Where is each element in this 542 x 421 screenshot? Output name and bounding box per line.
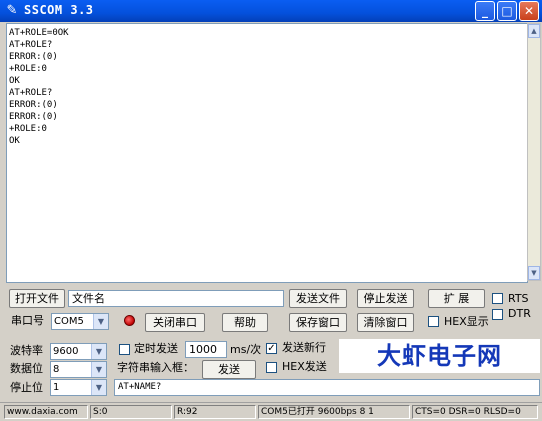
- baud-value: 9600: [53, 346, 79, 357]
- port-label: 串口号: [11, 314, 44, 327]
- title-bar: ✎ SSCOM 3.3 _ □ ✕: [0, 0, 542, 22]
- close-button[interactable]: ✕: [519, 1, 539, 21]
- port-select[interactable]: COM5 ▼: [51, 313, 109, 330]
- hex-display-checkbox[interactable]: [428, 316, 439, 327]
- clear-window-button[interactable]: 清除窗口: [357, 313, 414, 332]
- maximize-button[interactable]: □: [497, 1, 517, 21]
- save-window-button[interactable]: 保存窗口: [289, 313, 347, 332]
- port-value: COM5: [54, 316, 84, 327]
- timed-send-label: 定时发送: [134, 342, 178, 355]
- stopbits-value: 1: [53, 382, 60, 393]
- hex-display-label: HEX显示: [444, 315, 489, 328]
- receive-output[interactable]: AT+ROLE=0OK AT+ROLE? ERROR:(0) +ROLE:0 O…: [6, 23, 528, 283]
- chevron-down-icon: ▼: [91, 380, 106, 395]
- dtr-label: DTR: [508, 307, 531, 320]
- baud-label: 波特率: [10, 344, 43, 357]
- status-line-signals: CTS=0 DSR=0 RLSD=0: [412, 405, 538, 419]
- minimize-button[interactable]: _: [475, 1, 495, 21]
- interval-unit: ms/次: [230, 343, 262, 356]
- string-input-label: 字符串输入框：: [117, 361, 194, 374]
- rts-checkbox[interactable]: [492, 293, 503, 304]
- databits-select[interactable]: 8 ▼: [50, 361, 107, 378]
- status-port-state: COM5已打开 9600bps 8 1: [258, 405, 410, 419]
- status-sent-count: S:0: [90, 405, 172, 419]
- send-file-button[interactable]: 发送文件: [289, 289, 347, 308]
- stop-send-button[interactable]: 停止发送: [357, 289, 414, 308]
- rts-label: RTS: [508, 292, 529, 305]
- send-newline-checkbox[interactable]: ✓: [266, 343, 277, 354]
- scroll-up-arrow-icon[interactable]: ▲: [528, 24, 540, 38]
- window-title: SSCOM 3.3: [24, 3, 94, 17]
- timed-send-checkbox[interactable]: [119, 344, 130, 355]
- output-text: AT+ROLE=0OK AT+ROLE? ERROR:(0) +ROLE:0 O…: [9, 28, 69, 146]
- databits-label: 数据位: [10, 362, 43, 375]
- send-text-input[interactable]: AT+NAME?: [114, 379, 540, 396]
- send-newline-label: 发送新行: [282, 341, 326, 354]
- send-button[interactable]: 发送: [202, 360, 256, 379]
- baud-select[interactable]: 9600 ▼: [50, 343, 107, 360]
- hex-send-label: HEX发送: [282, 360, 327, 373]
- filename-field[interactable]: 文件名: [68, 290, 284, 307]
- databits-value: 8: [53, 364, 60, 375]
- status-received-count: R:92: [174, 405, 256, 419]
- status-bar: www.daxia.com S:0 R:92 COM5已打开 9600bps 8…: [0, 402, 542, 421]
- expand-button[interactable]: 扩 展: [428, 289, 485, 308]
- status-site: www.daxia.com: [4, 405, 88, 419]
- brand-banner: 大虾电子网: [339, 339, 540, 373]
- stopbits-select[interactable]: 1 ▼: [50, 379, 107, 396]
- dtr-checkbox[interactable]: [492, 309, 503, 320]
- stopbits-label: 停止位: [10, 381, 43, 394]
- chevron-down-icon: ▼: [91, 362, 106, 377]
- hex-send-checkbox[interactable]: [266, 362, 277, 373]
- help-button[interactable]: 帮助: [222, 313, 268, 332]
- scroll-down-arrow-icon[interactable]: ▼: [528, 266, 540, 280]
- open-file-button[interactable]: 打开文件: [9, 289, 65, 308]
- chevron-down-icon: ▼: [93, 314, 108, 329]
- close-port-button[interactable]: 关闭串口: [145, 313, 205, 332]
- output-scrollbar[interactable]: ▲ ▼: [527, 23, 541, 281]
- chevron-down-icon: ▼: [91, 344, 106, 359]
- pencil-icon: ✎: [6, 3, 18, 18]
- interval-field[interactable]: 1000: [185, 341, 227, 358]
- port-status-indicator: [124, 315, 135, 326]
